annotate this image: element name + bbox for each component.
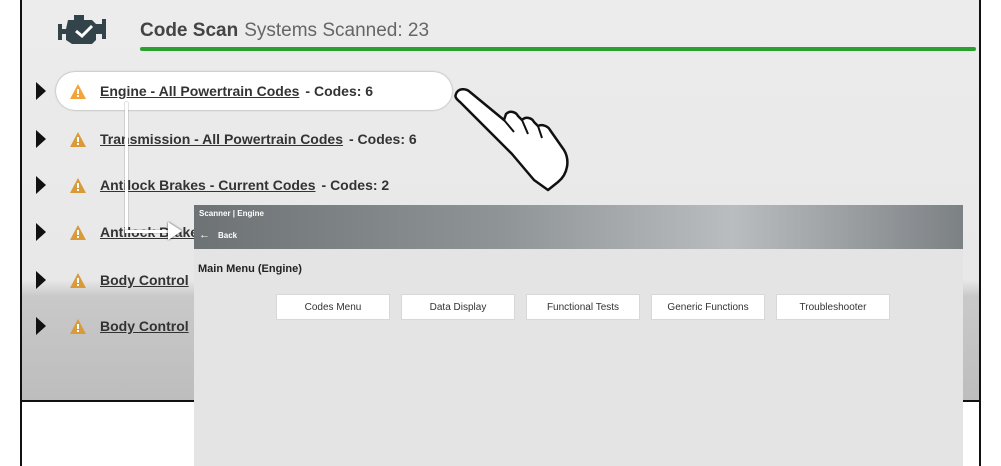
screenshot-frame: Code Scan Systems Scanned: 23 Engine - Al… — [20, 0, 981, 466]
back-arrow-icon[interactable]: ← — [199, 229, 210, 241]
warning-icon — [70, 318, 86, 334]
warning-icon — [70, 272, 86, 288]
expand-arrow-icon[interactable] — [36, 223, 46, 241]
system-row[interactable]: Antilock Brakes - Current Codes - Codes:… — [36, 171, 389, 199]
codes-menu-button[interactable]: Codes Menu — [276, 294, 390, 320]
code-scan-header: Code Scan Systems Scanned: 23 — [22, 0, 979, 62]
generic-functions-button[interactable]: Generic Functions — [651, 294, 765, 320]
warning-icon — [70, 177, 86, 193]
main-menu-buttons: Codes Menu Data Display Functional Tests… — [276, 294, 890, 320]
expand-arrow-icon[interactable] — [36, 130, 46, 148]
expand-arrow-icon[interactable] — [36, 317, 46, 335]
main-menu-title: Main Menu (Engine) — [198, 263, 302, 275]
page-title: Code Scan Systems Scanned: 23 — [140, 20, 430, 41]
code-count: - Codes: 6 — [305, 83, 374, 99]
system-row[interactable]: Body Control — [36, 312, 189, 340]
back-label[interactable]: Back — [218, 231, 237, 240]
system-name-link[interactable]: Body Control — [100, 272, 189, 288]
warning-icon — [70, 83, 86, 99]
warning-icon — [70, 131, 86, 147]
callout-arrow-icon — [168, 222, 182, 240]
systems-scanned-count: Systems Scanned: 23 — [244, 20, 430, 41]
back-button[interactable]: ← Back — [199, 229, 237, 241]
panel-titlebar: Scanner | Engine ← Back — [194, 205, 963, 249]
code-count: - Codes: 2 — [321, 177, 390, 193]
warning-icon — [70, 224, 86, 240]
expand-arrow-icon[interactable] — [36, 82, 46, 100]
callout-line — [125, 230, 171, 233]
engine-main-menu-panel: Scanner | Engine ← Back Main Menu (Engin… — [194, 205, 963, 466]
functional-tests-button[interactable]: Functional Tests — [526, 294, 640, 320]
engine-icon — [58, 15, 106, 44]
callout-line — [125, 102, 128, 232]
system-name-link[interactable]: Engine - All Powertrain Codes — [100, 83, 299, 99]
scan-progress-bar — [140, 47, 976, 51]
troubleshooter-button[interactable]: Troubleshooter — [776, 294, 890, 320]
data-display-button[interactable]: Data Display — [401, 294, 515, 320]
expand-arrow-icon[interactable] — [36, 176, 46, 194]
system-name-link[interactable]: Antilock Brakes - Current Codes — [100, 177, 316, 193]
system-name-link[interactable]: Body Control — [100, 318, 189, 334]
system-row[interactable]: Engine - All Powertrain Codes - Codes: 6 — [36, 77, 373, 105]
system-row[interactable]: Transmission - All Powertrain Codes - Co… — [36, 125, 417, 153]
breadcrumb: Scanner | Engine — [199, 209, 264, 218]
system-name-link[interactable]: Transmission - All Powertrain Codes — [100, 131, 343, 147]
system-row[interactable]: Body Control — [36, 266, 189, 294]
code-count: - Codes: 6 — [348, 131, 417, 147]
tap-hand-icon — [454, 88, 569, 192]
expand-arrow-icon[interactable] — [36, 271, 46, 289]
